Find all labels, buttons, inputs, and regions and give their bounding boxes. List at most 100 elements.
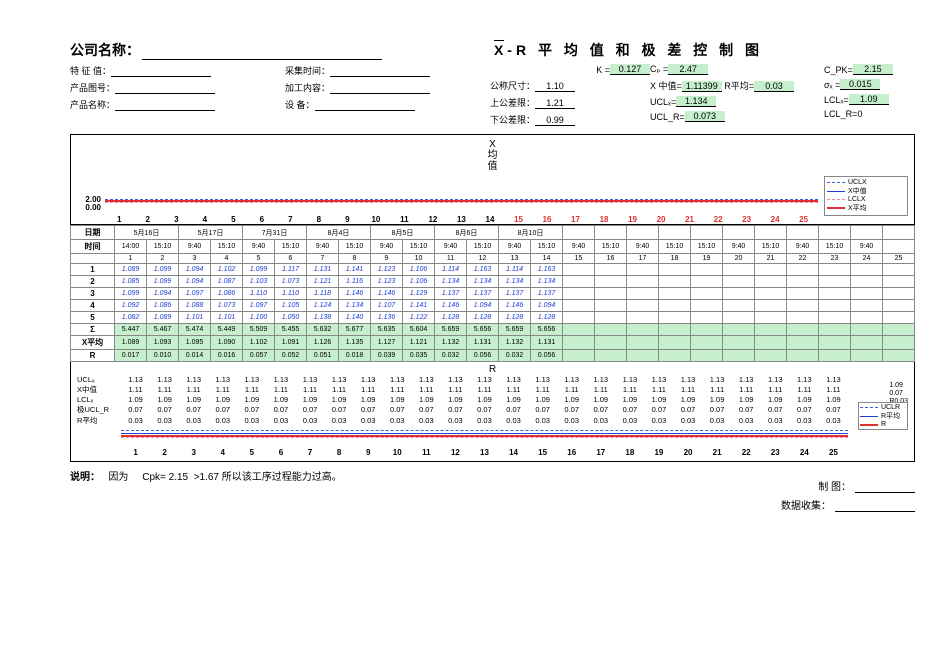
x-tick: 13 bbox=[447, 215, 476, 224]
table-cell bbox=[851, 226, 883, 240]
table-cell: 0.032 bbox=[435, 350, 467, 362]
table-cell: 15:10 bbox=[819, 240, 851, 254]
r-cell: 1.09 bbox=[121, 395, 150, 404]
process-input[interactable] bbox=[330, 93, 430, 94]
sigma-value: 0.015 bbox=[840, 79, 880, 90]
process-label: 加工内容： bbox=[285, 81, 330, 94]
table-cell: 1.089 bbox=[115, 336, 147, 350]
table-cell bbox=[755, 300, 787, 312]
table-cell bbox=[851, 324, 883, 336]
r-cell: 1.09 bbox=[790, 395, 819, 404]
table-cell bbox=[659, 336, 691, 350]
table-cell: 1.099 bbox=[147, 276, 179, 288]
equipment-input[interactable] bbox=[315, 110, 415, 111]
table-cell: 1.102 bbox=[211, 264, 243, 276]
k-value: 0.127 bbox=[610, 64, 650, 75]
r-x-tick: 24 bbox=[790, 448, 819, 457]
r-cell: 1.13 bbox=[441, 375, 470, 384]
productno-input[interactable] bbox=[115, 93, 215, 94]
table-cell: 9:40 bbox=[563, 240, 595, 254]
nominal-value[interactable]: 1.10 bbox=[535, 81, 575, 92]
x-tick: 6 bbox=[248, 215, 277, 224]
r-x-tick: 8 bbox=[325, 448, 354, 457]
r-cell: 0.07 bbox=[266, 405, 295, 414]
row-header: 2 bbox=[71, 276, 115, 288]
table-cell bbox=[595, 312, 627, 324]
company-input-line[interactable] bbox=[142, 59, 382, 60]
r-cell: 1.13 bbox=[819, 375, 848, 384]
table-row: 11.0891.0991.0941.1021.0991.1171.1311.14… bbox=[71, 264, 915, 276]
r-cell: 0.07 bbox=[150, 405, 179, 414]
note-tail: >1.67 所以该工序过程能力过高。 bbox=[194, 472, 342, 483]
table-cell: 5 bbox=[243, 254, 275, 264]
table-cell bbox=[851, 264, 883, 276]
sig2-input[interactable] bbox=[835, 511, 915, 512]
table-cell bbox=[883, 226, 915, 240]
table-cell: 1.100 bbox=[243, 312, 275, 324]
table-cell: 25 bbox=[883, 254, 915, 264]
table-cell bbox=[595, 276, 627, 288]
feature-input[interactable] bbox=[111, 76, 211, 77]
table-cell: 0.057 bbox=[243, 350, 275, 362]
table-cell bbox=[595, 350, 627, 362]
sampletime-input[interactable] bbox=[330, 76, 430, 77]
table-cell: 9:40 bbox=[787, 240, 819, 254]
sigma-label: σₓ = bbox=[824, 80, 840, 90]
uclr-value: 0.073 bbox=[685, 111, 725, 122]
r-cell: 1.11 bbox=[150, 385, 179, 394]
table-cell bbox=[819, 300, 851, 312]
lsl-value[interactable]: 0.99 bbox=[535, 115, 575, 126]
table-cell: 15 bbox=[563, 254, 595, 264]
r-cell: 1.13 bbox=[150, 375, 179, 384]
table-cell: 1.092 bbox=[115, 300, 147, 312]
table-cell bbox=[787, 288, 819, 300]
table-row: 1234567891011121314151617181920212223242… bbox=[71, 254, 915, 264]
table-cell bbox=[691, 312, 723, 324]
r-cell: 0.03 bbox=[644, 416, 673, 425]
table-cell bbox=[723, 288, 755, 300]
table-cell: 9 bbox=[371, 254, 403, 264]
table-cell bbox=[851, 312, 883, 324]
r-x-tick: 11 bbox=[412, 448, 441, 457]
table-cell bbox=[659, 312, 691, 324]
table-cell: 1.124 bbox=[307, 300, 339, 312]
usl-value[interactable]: 1.21 bbox=[535, 98, 575, 109]
r-cell: 0.07 bbox=[179, 405, 208, 414]
table-row: 时间14:0015:109:4015:109:4015:109:4015:109… bbox=[71, 240, 915, 254]
r-cell: 1.09 bbox=[673, 395, 702, 404]
r-cell: 0.07 bbox=[819, 405, 848, 414]
table-cell: 5.509 bbox=[243, 324, 275, 336]
table-cell: 1.146 bbox=[435, 300, 467, 312]
table-cell: 1.099 bbox=[147, 264, 179, 276]
r-cell: 0.07 bbox=[528, 405, 557, 414]
row-header: Σ bbox=[71, 324, 115, 336]
r-cell: 1.11 bbox=[383, 385, 412, 394]
r-x-tick: 15 bbox=[528, 448, 557, 457]
table-cell bbox=[627, 350, 659, 362]
x-tick: 3 bbox=[162, 215, 191, 224]
r-cell: 1.11 bbox=[237, 385, 266, 394]
r-cell: 1.09 bbox=[557, 395, 586, 404]
table-cell: 1.134 bbox=[499, 276, 531, 288]
table-cell bbox=[819, 226, 851, 240]
table-cell: 8 bbox=[339, 254, 371, 264]
k-label: K = bbox=[596, 65, 610, 75]
sig1-input[interactable] bbox=[855, 492, 915, 493]
r-cell: 0.07 bbox=[354, 405, 383, 414]
table-cell: 0.014 bbox=[179, 350, 211, 362]
r-cell: 0.03 bbox=[412, 416, 441, 425]
table-cell bbox=[755, 324, 787, 336]
x-tick: 18 bbox=[590, 215, 619, 224]
table-cell: 15:10 bbox=[531, 240, 563, 254]
r-cell: 0.07 bbox=[673, 405, 702, 414]
r-cell: 1.11 bbox=[441, 385, 470, 394]
r-x-tick: 7 bbox=[295, 448, 324, 457]
productname-input[interactable] bbox=[115, 110, 215, 111]
table-cell bbox=[755, 350, 787, 362]
cpk-label: C_PK= bbox=[824, 65, 853, 75]
usl-label: 上公差限： bbox=[490, 96, 535, 109]
table-cell bbox=[595, 324, 627, 336]
r-cell: 1.13 bbox=[790, 375, 819, 384]
table-cell: 1.134 bbox=[531, 276, 563, 288]
r-cell: 1.11 bbox=[528, 385, 557, 394]
